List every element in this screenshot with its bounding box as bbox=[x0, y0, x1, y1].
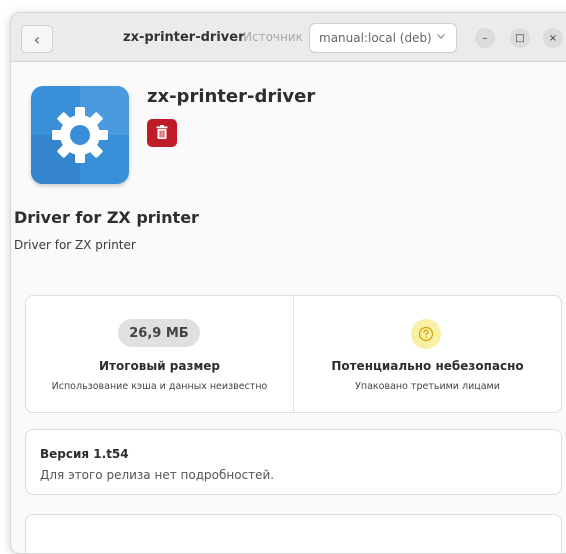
source-label: Источник bbox=[243, 30, 303, 44]
minimize-button[interactable]: – bbox=[475, 28, 495, 48]
maximize-button[interactable]: □ bbox=[510, 28, 530, 48]
app-description: Driver for ZX printer bbox=[14, 238, 136, 252]
chevron-down-icon bbox=[436, 31, 446, 44]
app-name: zx-printer-driver bbox=[147, 86, 316, 107]
size-badge: 26,9 МБ bbox=[118, 319, 200, 347]
back-button[interactable]: ‹ bbox=[21, 25, 53, 53]
size-title: Итоговый размер bbox=[99, 359, 220, 373]
close-icon: × bbox=[548, 32, 558, 44]
source-dropdown-value: manual:local (deb) bbox=[319, 31, 432, 45]
app-summary: Driver for ZX printer bbox=[14, 208, 199, 227]
safety-subtitle: Упаковано третьими лицами bbox=[355, 381, 500, 392]
question-icon bbox=[411, 319, 441, 349]
close-button[interactable]: × bbox=[543, 28, 563, 48]
version-subtitle: Для этого релиза нет подробностей. bbox=[40, 468, 275, 482]
app-gear-icon bbox=[31, 86, 129, 184]
header-bar: ‹ zx-printer-driver Источник manual:loca… bbox=[11, 13, 566, 62]
version-title: Версия 1.t54 bbox=[40, 447, 129, 461]
size-subtitle: Использование кэша и данных неизвестно bbox=[51, 381, 268, 392]
app-window: ‹ zx-printer-driver Источник manual:loca… bbox=[10, 12, 566, 554]
header-title: zx-printer-driver bbox=[123, 30, 245, 45]
trash-icon bbox=[156, 124, 168, 143]
source-dropdown[interactable]: manual:local (deb) bbox=[309, 23, 457, 53]
maximize-icon: □ bbox=[515, 32, 525, 44]
details-card bbox=[25, 514, 562, 553]
uninstall-button[interactable] bbox=[147, 119, 177, 147]
safety-title: Потенциально небезопасно bbox=[331, 359, 524, 373]
minimize-icon: – bbox=[482, 32, 488, 44]
size-tile[interactable]: 26,9 МБ Итоговый размер Использование кэ… bbox=[26, 296, 293, 412]
safety-tile[interactable]: Потенциально небезопасно Упаковано треть… bbox=[294, 296, 561, 412]
chevron-left-icon: ‹ bbox=[33, 29, 41, 49]
info-card: 26,9 МБ Итоговый размер Использование кэ… bbox=[25, 295, 562, 413]
version-card[interactable]: Версия 1.t54 Для этого релиза нет подроб… bbox=[25, 429, 562, 495]
app-details: zx-printer-driver Driver for ZX printer … bbox=[11, 62, 566, 553]
